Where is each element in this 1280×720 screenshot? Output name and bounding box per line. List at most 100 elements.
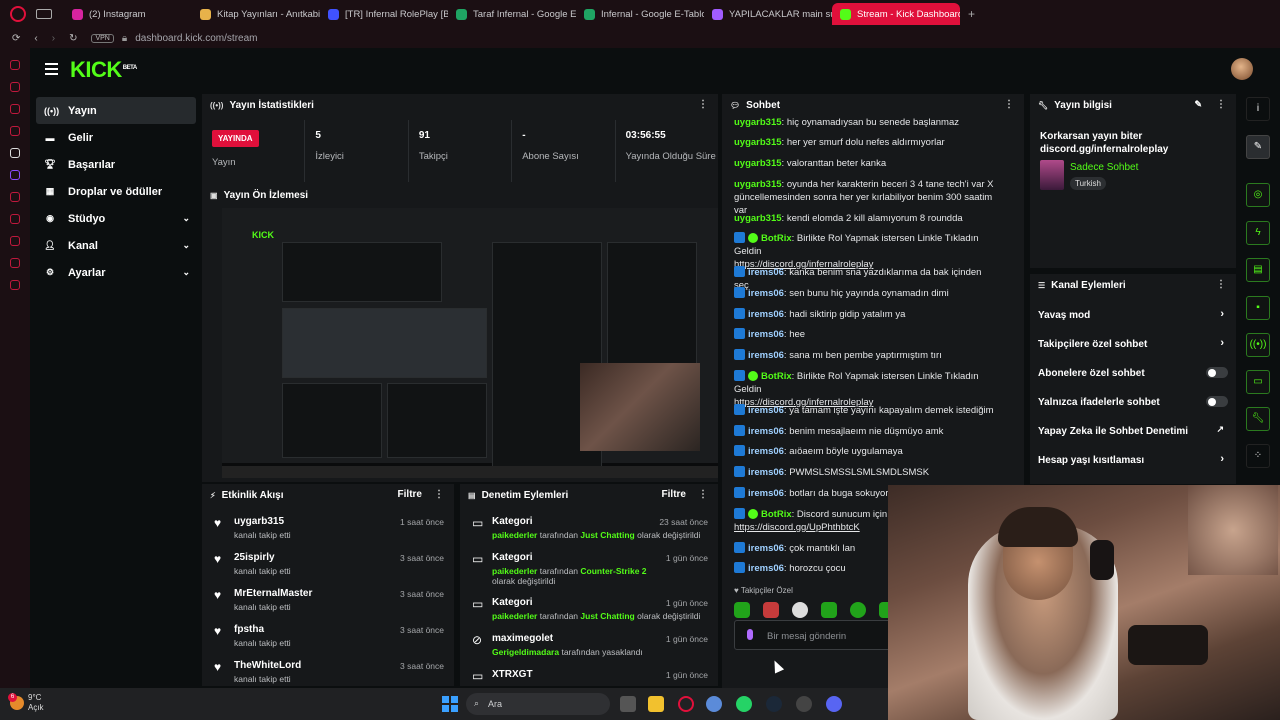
steam-icon[interactable] — [766, 696, 782, 712]
folder-icon[interactable] — [648, 696, 664, 712]
chat-link[interactable]: https://discord.gg/UpPhthbtcK — [734, 522, 860, 533]
chevron-down-icon: ⌄ — [182, 213, 190, 224]
layout-tool-icon[interactable]: ▭ — [1246, 370, 1270, 394]
kick-badge-icon — [734, 328, 745, 339]
music-icon[interactable] — [10, 126, 20, 136]
stats-row: YAYINDAYayın 5İzleyici 91Takipçi -Abone … — [202, 120, 718, 182]
action-account-age[interactable]: Hesap yaşı kısıtlaması› — [1030, 445, 1236, 474]
kick-side-icon[interactable] — [10, 148, 20, 158]
category-name[interactable]: Sadece Sohbet — [1070, 162, 1138, 173]
emote-icon[interactable] — [792, 602, 808, 618]
emote-icon[interactable] — [850, 602, 866, 618]
action-slow-mode[interactable]: Yavaş mod› — [1030, 300, 1236, 329]
subscribers-only-toggle[interactable] — [1206, 367, 1228, 378]
player-icon[interactable] — [10, 192, 20, 202]
chevron-down-icon: ⌄ — [182, 240, 190, 251]
kick-badge-icon — [734, 508, 745, 519]
discord-icon[interactable] — [826, 696, 842, 712]
tab-instagram[interactable]: (2) Instagram — [64, 3, 192, 25]
emote-icon[interactable] — [734, 602, 750, 618]
emotes-only-toggle[interactable] — [1206, 396, 1228, 407]
bolt-tool-icon[interactable]: ϟ — [1246, 221, 1270, 245]
kick-logo[interactable]: KICKBETA — [70, 57, 137, 83]
new-tab-button[interactable]: + — [968, 7, 975, 21]
taskbar-search[interactable]: ⌕Ara — [466, 693, 610, 715]
menu-icon[interactable] — [45, 63, 58, 78]
whatsapp-icon[interactable] — [10, 82, 20, 92]
opera-taskbar-icon[interactable] — [678, 696, 694, 712]
search-icon: ⌕ — [474, 698, 479, 709]
microphone-arm — [1128, 625, 1208, 665]
stream-preview-video[interactable]: KICK — [222, 208, 718, 478]
clock-icon[interactable] — [10, 258, 20, 268]
apps-tool-icon[interactable]: ⁘ — [1246, 444, 1270, 468]
messenger-icon[interactable] — [10, 60, 20, 70]
more-icon[interactable]: ⋮ — [1004, 99, 1014, 110]
wrench-tool-icon[interactable]: 🔧︎ — [1246, 407, 1270, 431]
tab-menu-icon[interactable] — [36, 9, 52, 19]
moderation-row: ▭Kategoripaikederler tarafından Counter-… — [460, 548, 718, 592]
app-icon[interactable] — [706, 696, 722, 712]
chat-tool-icon[interactable]: ▪ — [1246, 296, 1270, 320]
sidebar-item-gelir[interactable]: ▬Gelir — [36, 124, 196, 151]
instagram-icon[interactable] — [10, 104, 20, 114]
tab-infernal-roleplay[interactable]: [TR] Infernal RolePlay [B8 — [320, 3, 448, 25]
document-tool-icon[interactable]: ▤ — [1246, 258, 1270, 282]
more-icon[interactable]: ⋮ — [1216, 99, 1226, 110]
tab-taraf-infernal[interactable]: Taraf Infernal - Google E- — [448, 3, 576, 25]
target-tool-icon[interactable]: ◎ — [1246, 183, 1270, 207]
more-icon[interactable]: ⋮ — [698, 489, 708, 500]
more-icon[interactable]: ⋮ — [434, 489, 444, 500]
sidebar-item-ayarlar[interactable]: ⚙Ayarlar⌄ — [36, 259, 196, 286]
followers-only-label: ♥ Takipçiler Özel — [734, 586, 793, 595]
edit-icon[interactable]: ✎ — [1194, 99, 1202, 110]
tab-infernal-sheet[interactable]: Infernal - Google E-Tablo — [576, 3, 704, 25]
tab-kitap[interactable]: Kitap Yayınları - Anıtkabir — [192, 3, 320, 25]
sidebar-item-basarilar[interactable]: 🏆︎Başarılar — [36, 151, 196, 178]
sidebar-item-droplar[interactable]: ▦Droplar ve ödüller — [36, 178, 196, 205]
broadcast-tool-icon[interactable]: ((•)) — [1246, 333, 1270, 357]
settings-icon[interactable] — [10, 280, 20, 290]
obs-icon[interactable] — [796, 696, 812, 712]
moderation-filter-button[interactable]: Filtre — [662, 489, 686, 500]
kick-badge-icon — [734, 466, 745, 477]
tab-yapilacaklar[interactable]: YAPILACAKLAR main sun — [704, 3, 832, 25]
browser-tab-bar: (2) Instagram Kitap Yayınları - Anıtkabi… — [0, 0, 1280, 28]
vpn-badge[interactable]: VPN — [91, 34, 113, 43]
reload-icon[interactable]: ↻ — [69, 33, 77, 44]
sidebar-item-studyo[interactable]: ◉Stüdyo⌄ — [36, 205, 196, 232]
sidebar-item-yayin[interactable]: ((•))Yayın — [36, 97, 196, 124]
moderation-row: ▭Kategoripaikederler tarafından Just Cha… — [460, 512, 718, 548]
reload-side-icon[interactable]: ⟳ — [12, 33, 20, 44]
action-ai-moderation[interactable]: Yapay Zeka ile Sohbet Denetimi↗ — [1030, 416, 1236, 445]
whatsapp-taskbar-icon[interactable] — [736, 696, 752, 712]
info-icon[interactable]: i — [1246, 97, 1270, 121]
panel-header: 💬︎Sohbet⋮ — [722, 94, 1024, 116]
back-icon[interactable]: ‹ — [34, 33, 37, 44]
history-icon[interactable] — [10, 214, 20, 224]
chat-message-input[interactable]: Bir mesaj gönderin — [734, 620, 892, 650]
action-emotes-only: Yalnızca ifadelerle sohbet — [1030, 387, 1236, 416]
user-avatar[interactable] — [1231, 58, 1253, 80]
action-subscribers-only: Abonelere özel sohbet — [1030, 358, 1236, 387]
weather-widget[interactable]: 69°CAçık — [10, 693, 44, 713]
activity-filter-button[interactable]: Filtre — [398, 489, 422, 500]
more-icon[interactable]: ⋮ — [698, 99, 708, 110]
pinboard-icon[interactable] — [10, 236, 20, 246]
opera-logo-icon[interactable] — [10, 6, 26, 22]
forward-icon[interactable]: › — [52, 33, 55, 44]
windows-start-icon[interactable] — [442, 696, 458, 712]
tab-kick-dashboard[interactable]: Stream - Kick Dashboard — [832, 3, 960, 25]
broadcast-icon: ((•)) — [44, 106, 56, 116]
emote-icon[interactable] — [763, 602, 779, 618]
action-followers-only[interactable]: Takipçilere özel sohbet› — [1030, 329, 1236, 358]
task-view-icon[interactable] — [620, 696, 636, 712]
person-hair — [998, 507, 1078, 547]
more-icon[interactable]: ⋮ — [1216, 279, 1226, 290]
url-field[interactable]: dashboard.kick.com/stream — [135, 33, 257, 44]
emote-icon[interactable] — [821, 602, 837, 618]
sidebar-item-kanal[interactable]: 👤︎Kanal⌄ — [36, 232, 196, 259]
edit-tool-icon[interactable]: ✎ — [1246, 135, 1270, 159]
twitch-icon[interactable] — [10, 170, 20, 180]
site-icon — [200, 9, 211, 20]
